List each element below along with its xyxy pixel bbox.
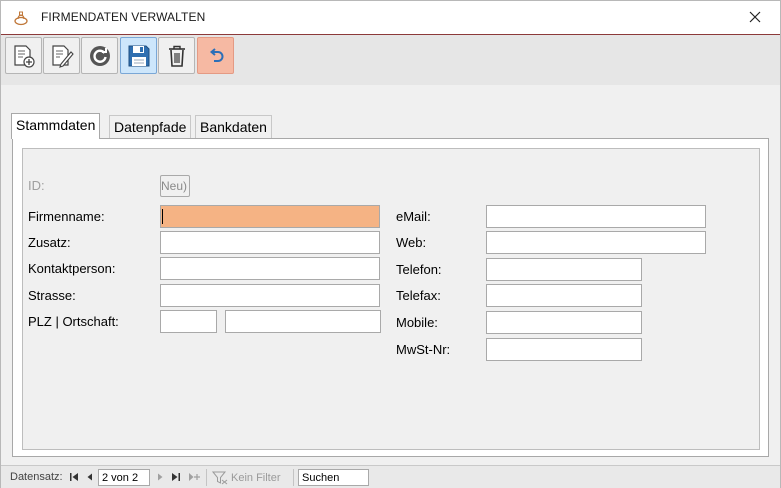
next-record-icon <box>158 473 163 481</box>
firmenname-label: Firmenname: <box>28 209 105 224</box>
telefon-field[interactable] <box>486 258 642 281</box>
funnel-icon <box>212 471 228 484</box>
close-icon <box>749 11 761 23</box>
save-button[interactable] <box>120 37 157 74</box>
mwst-nr-field[interactable] <box>486 338 642 361</box>
telefax-label: Telefax: <box>396 288 441 303</box>
new-record-button[interactable] <box>5 37 42 74</box>
first-record-button[interactable] <box>68 471 80 483</box>
ortschaft-field[interactable] <box>225 310 381 333</box>
edit-record-icon <box>51 44 74 68</box>
last-record-icon <box>172 473 180 481</box>
kontaktperson-field[interactable] <box>160 257 380 280</box>
mobile-label: Mobile: <box>396 315 438 330</box>
new-blank-record-icon <box>189 473 200 481</box>
form-area: ID: (Neu) Firmenname: Zusatz: Kontaktper… <box>22 148 760 450</box>
previous-record-button[interactable] <box>84 471 96 483</box>
email-field[interactable] <box>486 205 706 228</box>
strasse-label: Strasse: <box>28 288 76 303</box>
trash-icon <box>168 45 185 67</box>
new-blank-record-button[interactable] <box>188 471 200 483</box>
filter-toggle[interactable]: Kein Filter <box>212 469 292 486</box>
main-content: Stammdaten Datenpfade Bankdaten ID: (Neu… <box>1 85 780 465</box>
refresh-icon <box>89 45 110 66</box>
record-navigation-bar: Datensatz: 2 von 2 Kein Filter Suchen <box>1 465 780 488</box>
text-caret <box>162 209 163 224</box>
delete-button[interactable] <box>158 37 195 74</box>
tab-datenpfade[interactable]: Datenpfade <box>109 115 192 139</box>
tab-stammdaten[interactable]: Stammdaten <box>11 113 101 139</box>
close-button[interactable] <box>739 5 771 29</box>
last-record-button[interactable] <box>170 471 182 483</box>
web-field[interactable] <box>486 231 706 254</box>
web-label: Web: <box>396 235 427 250</box>
strasse-field[interactable] <box>160 284 380 307</box>
app-logo-icon <box>13 10 29 26</box>
firmenname-field[interactable] <box>160 205 380 228</box>
telefax-field[interactable] <box>486 284 642 307</box>
save-icon <box>128 45 149 66</box>
zusatz-label: Zusatz: <box>28 235 71 250</box>
app-window: FIRMENDATEN VERWALTEN Stammdaten Datenpf… <box>0 0 781 488</box>
plz-field[interactable] <box>160 310 217 333</box>
tab-panel-stammdaten: ID: (Neu) Firmenname: Zusatz: Kontaktper… <box>12 138 769 457</box>
separator <box>206 469 207 486</box>
window-title: FIRMENDATEN VERWALTEN <box>41 10 206 24</box>
kontaktperson-label: Kontaktperson: <box>28 261 116 276</box>
tab-bankdaten[interactable]: Bankdaten <box>195 115 272 139</box>
next-record-button[interactable] <box>154 471 166 483</box>
search-input[interactable] <box>298 469 369 486</box>
edit-record-button[interactable] <box>43 37 80 74</box>
id-value: (Neu) <box>160 175 190 197</box>
plz-ortschaft-label: PLZ | Ortschaft: <box>28 314 119 329</box>
undo-button[interactable] <box>197 37 234 74</box>
mobile-field[interactable] <box>486 311 642 334</box>
new-record-icon <box>13 44 35 68</box>
toolbar <box>1 34 780 85</box>
mwst-nr-label: MwSt-Nr: <box>396 342 451 357</box>
telefon-label: Telefon: <box>396 262 442 277</box>
first-record-icon <box>70 473 78 481</box>
email-label: eMail: <box>396 209 431 224</box>
title-bar: FIRMENDATEN VERWALTEN <box>1 1 780 33</box>
separator <box>293 469 294 486</box>
record-label: Datensatz: <box>10 471 63 483</box>
previous-record-icon <box>87 473 92 481</box>
refresh-button[interactable] <box>81 37 118 74</box>
filter-status: Kein Filter <box>231 471 281 484</box>
id-label: ID: <box>28 178 45 193</box>
zusatz-field[interactable] <box>160 231 380 254</box>
undo-icon <box>209 47 223 62</box>
current-record-field[interactable] <box>98 469 150 486</box>
